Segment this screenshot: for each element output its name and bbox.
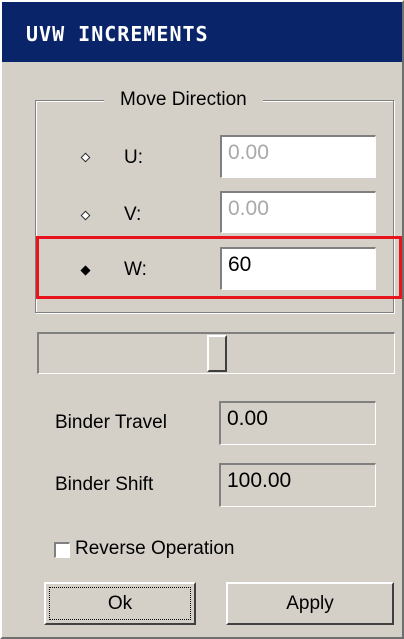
reverse-operation-label[interactable]: Reverse Operation [75,538,234,560]
v-input[interactable]: 0.00 [220,191,376,233]
radio-diamond-icon [80,210,91,221]
apply-button[interactable]: Apply [226,582,394,625]
title-bar[interactable]: UVW INCREMENTS [2,2,402,62]
v-label: V: [124,204,142,225]
u-input[interactable]: 0.00 [220,135,376,178]
binder-travel-label: Binder Travel [55,412,167,433]
radio-u[interactable] [80,152,91,163]
binder-shift-label: Binder Shift [55,474,154,495]
w-row-highlight [36,236,402,299]
increment-slider[interactable] [37,332,395,374]
binder-shift-field[interactable]: 100.00 [219,463,376,507]
ok-button[interactable]: Ok [44,582,196,625]
window-title: UVW INCREMENTS [26,22,209,46]
move-direction-legend: Move Direction [104,89,263,111]
reverse-operation-checkbox[interactable] [54,542,70,558]
slider-thumb[interactable] [207,335,227,372]
radio-v[interactable] [80,210,91,221]
radio-diamond-icon [80,152,91,163]
binder-travel-field[interactable]: 0.00 [219,401,376,445]
uvw-increments-dialog: UVW INCREMENTS Move Direction U: 0.00 V:… [0,0,404,639]
u-label: U: [124,147,143,168]
